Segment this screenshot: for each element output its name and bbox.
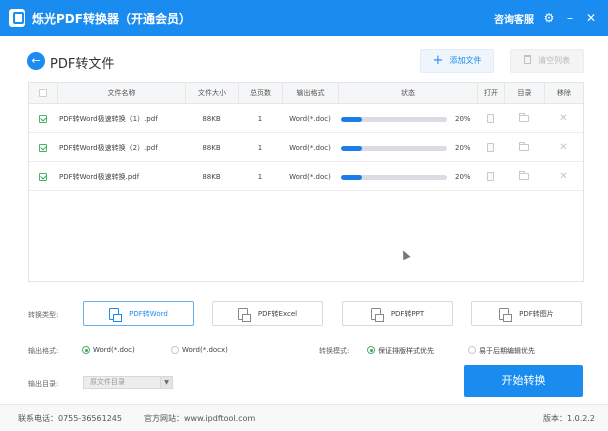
word-doc-icon	[109, 307, 123, 322]
add-file-button[interactable]: + 添加文件	[420, 49, 494, 73]
file-size: 88KB	[202, 143, 221, 152]
col-status: 状态	[338, 83, 477, 103]
file-name: PDF转Word极速转换（2）.pdf	[59, 143, 158, 152]
mode-edit-radio[interactable]	[468, 346, 476, 354]
image-doc-icon	[499, 307, 513, 322]
clear-list-button[interactable]: 清空列表	[510, 49, 584, 73]
close-icon[interactable]: ✕	[583, 10, 599, 26]
output-dir-value: 原文件目录	[90, 378, 125, 386]
clear-list-label: 清空列表	[538, 56, 570, 65]
file-table: 文件名称 文件大小 总页数 输出格式 状态 打开 目录 移除 PDF转Word极…	[28, 82, 584, 282]
col-pages: 总页数	[238, 83, 282, 103]
start-convert-button[interactable]: 开始转换	[464, 365, 583, 397]
add-file-label: 添加文件	[449, 56, 482, 65]
chevron-down-icon[interactable]: ▼	[160, 377, 172, 388]
page-count: 1	[257, 143, 263, 152]
type-label: PDF转Word	[129, 309, 168, 318]
type-pdf-to-ppt[interactable]: PDF转PPT	[342, 301, 453, 326]
select-all-cell[interactable]	[29, 83, 57, 103]
version: 版本：1.0.2.2	[543, 414, 595, 423]
table-header: 文件名称 文件大小 总页数 输出格式 状态 打开 目录 移除	[29, 83, 583, 104]
output-dir-select[interactable]: 原文件目录 ▼	[83, 376, 173, 389]
format-doc-label[interactable]: Word(*.doc)	[93, 346, 135, 354]
title-bar: 烁光PDF转换器（开通会员） 咨询客服 ⚙ – ✕	[0, 0, 608, 36]
type-pdf-to-excel[interactable]: PDF转Excel	[212, 301, 323, 326]
output-dir-label: 输出目录:	[28, 380, 59, 388]
ppt-doc-icon	[370, 307, 384, 322]
progress-bar	[341, 146, 447, 151]
format-docx-label[interactable]: Word(*.docx)	[182, 346, 228, 354]
col-remove: 移除	[544, 83, 583, 103]
select-all-checkbox[interactable]	[39, 89, 47, 97]
type-label: PDF转PPT	[390, 309, 425, 318]
output-format: Word(*.doc)	[289, 114, 331, 123]
page-title: PDF转文件	[50, 57, 115, 72]
col-file-name: 文件名称	[57, 83, 185, 103]
mode-layout-label[interactable]: 保证排版样式优先	[378, 346, 434, 356]
excel-doc-icon	[237, 307, 251, 322]
progress-percent: 20%	[455, 143, 471, 152]
row-checkbox[interactable]	[39, 143, 47, 152]
file-size: 88KB	[202, 172, 221, 181]
remove-icon[interactable]: ✕	[559, 113, 567, 124]
support-link[interactable]: 咨询客服	[494, 11, 534, 26]
format-docx-radio[interactable]	[171, 346, 179, 354]
gear-icon[interactable]: ⚙	[541, 10, 557, 26]
minimize-icon[interactable]: –	[562, 10, 578, 26]
table-row[interactable]: PDF转Word极速转换（1）.pdf 88KB 1 Word(*.doc) 2…	[29, 105, 583, 133]
open-file-icon[interactable]	[487, 114, 494, 123]
progress-bar	[341, 117, 447, 122]
plus-icon: +	[432, 53, 444, 68]
trash-icon	[524, 55, 531, 64]
type-label: PDF转图片	[519, 309, 554, 318]
progress-percent: 20%	[455, 114, 471, 123]
table-row[interactable]: PDF转Word极速转换.pdf 88KB 1 Word(*.doc) 20% …	[29, 163, 583, 191]
mode-edit-label[interactable]: 易于后期编辑优先	[479, 346, 535, 356]
output-format-label: 输出格式:	[28, 347, 59, 355]
progress-bar	[341, 175, 447, 180]
remove-icon[interactable]: ✕	[559, 171, 567, 182]
col-open: 打开	[477, 83, 504, 103]
progress-fill	[341, 175, 363, 180]
progress-percent: 20%	[455, 172, 471, 181]
col-folder: 目录	[504, 83, 544, 103]
back-button[interactable]: ←	[27, 52, 45, 70]
format-doc-radio[interactable]	[82, 346, 90, 354]
file-size: 88KB	[202, 114, 221, 123]
folder-icon[interactable]	[519, 171, 529, 180]
progress-fill	[341, 117, 363, 122]
official-website[interactable]: 官方网站：www.ipdftool.com	[144, 413, 255, 424]
page-count: 1	[257, 172, 263, 181]
type-label: PDF转Excel	[257, 309, 298, 318]
col-output-format: 输出格式	[282, 83, 338, 103]
remove-icon[interactable]: ✕	[559, 142, 567, 153]
conversion-mode-label: 转换模式:	[319, 347, 350, 355]
table-row[interactable]: PDF转Word极速转换（2）.pdf 88KB 1 Word(*.doc) 2…	[29, 134, 583, 162]
row-checkbox[interactable]	[39, 114, 47, 123]
open-file-icon[interactable]	[487, 172, 494, 181]
file-name: PDF转Word极速转换.pdf	[59, 172, 140, 181]
output-format: Word(*.doc)	[289, 143, 331, 152]
folder-icon[interactable]	[519, 113, 529, 122]
open-file-icon[interactable]	[487, 143, 494, 152]
type-pdf-to-word[interactable]: PDF转Word	[83, 301, 194, 326]
conversion-type-label: 转换类型:	[28, 311, 59, 319]
type-pdf-to-image[interactable]: PDF转图片	[471, 301, 582, 326]
app-title[interactable]: 烁光PDF转换器（开通会员）	[32, 10, 191, 27]
page-count: 1	[257, 114, 263, 123]
mode-layout-radio[interactable]	[367, 346, 375, 354]
row-checkbox[interactable]	[39, 172, 47, 181]
col-file-size: 文件大小	[185, 83, 238, 103]
output-format: Word(*.doc)	[289, 172, 331, 181]
folder-icon[interactable]	[519, 142, 529, 151]
footer: 联系电话：0755-36561245 官方网站：www.ipdftool.com…	[0, 404, 608, 431]
contact-phone: 联系电话：0755-36561245	[18, 414, 122, 423]
file-name: PDF转Word极速转换（1）.pdf	[59, 114, 158, 123]
progress-fill	[341, 146, 363, 151]
app-logo-icon	[9, 9, 25, 27]
